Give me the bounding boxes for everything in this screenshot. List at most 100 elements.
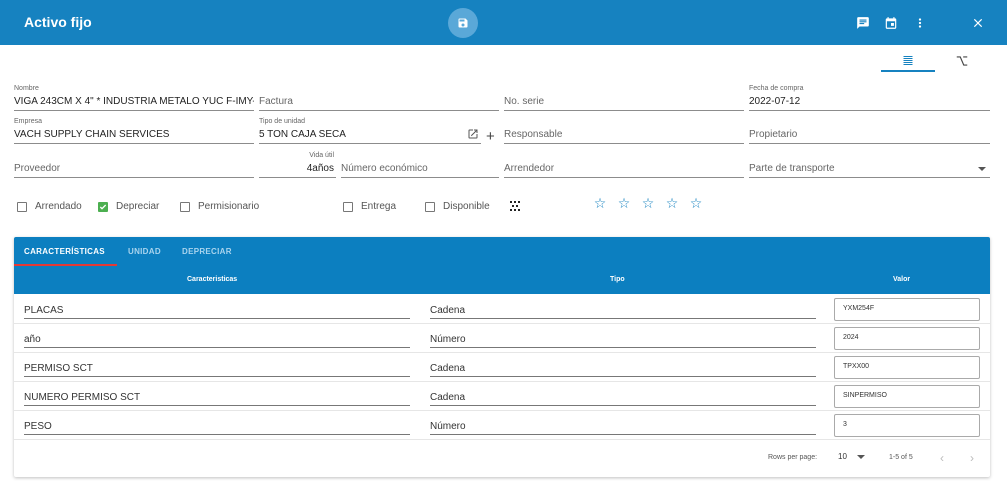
- calendar-icon: [885, 17, 897, 29]
- fecha-compra-value: 2022-07-12: [749, 96, 801, 107]
- checkbox-arrendado[interactable]: Arrendado: [17, 201, 82, 212]
- tipo-unidad-field[interactable]: Tipo de unidad 5 TON CAJA SECA: [259, 118, 481, 144]
- open-external-icon[interactable]: [467, 128, 479, 140]
- caracteristica-input[interactable]: PLACAS: [24, 299, 410, 319]
- valor-input[interactable]: 2024: [834, 327, 980, 350]
- table-row: PLACAS Cadena YXM254F: [14, 295, 990, 324]
- tipo-input[interactable]: Cadena: [430, 357, 816, 377]
- add-button[interactable]: +: [486, 128, 495, 145]
- checkbox-box[interactable]: [17, 201, 27, 212]
- save-button[interactable]: [448, 8, 478, 38]
- column-header-valor: Valor: [893, 276, 911, 283]
- caracteristica-input[interactable]: PERMISO SCT: [24, 357, 410, 377]
- numero-economico-field[interactable]: Número económico: [341, 152, 499, 178]
- plus-icon: +: [486, 128, 495, 145]
- valor-text: YXM254F: [843, 305, 875, 312]
- close-button[interactable]: [970, 15, 986, 31]
- caracteristica-text: PLACAS: [24, 305, 64, 316]
- checkbox-label: Depreciar: [116, 201, 160, 212]
- characteristics-card: CARACTERÍSTICAS UNIDAD DEPRECIAR Caracte…: [14, 237, 990, 477]
- rows-per-page-label: Rows per page:: [768, 454, 818, 461]
- checkbox-permisionario[interactable]: Permisionario: [180, 201, 259, 212]
- vida-util-label: Vida útil: [309, 152, 334, 159]
- dropdown-arrow-icon: [978, 167, 986, 171]
- responsable-field[interactable]: Responsable: [504, 118, 744, 144]
- proveedor-placeholder: Proveedor: [14, 163, 61, 174]
- empresa-field[interactable]: Empresa VACH SUPPLY CHAIN SERVICES: [14, 118, 254, 144]
- parte-transporte-placeholder: Parte de transporte: [749, 163, 835, 174]
- tab-depreciar[interactable]: DEPRECIAR: [182, 247, 232, 256]
- checkbox-box[interactable]: [343, 201, 353, 212]
- tipo-text: Cadena: [430, 392, 466, 403]
- caracteristica-input[interactable]: NUMERO PERMISO SCT: [24, 386, 410, 406]
- vida-util-field[interactable]: Vida útil 4años: [259, 152, 336, 178]
- star-icon[interactable]: ☆: [660, 196, 684, 210]
- checkbox-disponible[interactable]: Disponible: [425, 201, 490, 212]
- chevron-right-icon: ›: [970, 451, 974, 465]
- tipo-unidad-value: 5 TON CAJA SECA: [259, 129, 346, 140]
- caracteristica-input[interactable]: año: [24, 328, 410, 348]
- card-header: CARACTERÍSTICAS UNIDAD DEPRECIAR Caracte…: [14, 237, 990, 294]
- fecha-compra-label: Fecha de compra: [749, 85, 804, 92]
- tipo-input[interactable]: Número: [430, 328, 816, 348]
- rows-per-page-value: 10: [838, 452, 847, 461]
- tab-indicator: [14, 264, 117, 266]
- tipo-input[interactable]: Número: [430, 415, 816, 435]
- valor-input[interactable]: TPXX00: [834, 356, 980, 379]
- tipo-input[interactable]: Cadena: [430, 386, 816, 406]
- rows-per-page-select[interactable]: 10: [838, 452, 865, 461]
- star-icon[interactable]: ☆: [612, 196, 636, 210]
- checkbox-label: Disponible: [443, 201, 490, 212]
- tipo-text: Cadena: [430, 305, 466, 316]
- calendar-button[interactable]: [883, 15, 899, 31]
- empresa-value: VACH SUPPLY CHAIN SERVICES: [14, 129, 170, 140]
- checkbox-label: Entrega: [361, 201, 397, 212]
- column-header-caracteristicas: Caracteristicas: [187, 276, 238, 283]
- list-view-tab[interactable]: [881, 50, 935, 72]
- vida-util-value: 4años: [306, 163, 334, 174]
- checkbox-box[interactable]: [98, 201, 108, 212]
- more-menu-button[interactable]: [912, 15, 928, 31]
- comment-button[interactable]: [855, 15, 871, 31]
- proveedor-field[interactable]: Proveedor: [14, 152, 254, 178]
- no-serie-field[interactable]: No. serie: [504, 85, 744, 111]
- function-view-tab[interactable]: [935, 50, 989, 72]
- fecha-compra-field[interactable]: Fecha de compra 2022-07-12: [749, 85, 990, 111]
- tab-unidad[interactable]: UNIDAD: [128, 247, 161, 256]
- valor-input[interactable]: 3: [834, 414, 980, 437]
- table-row: NUMERO PERMISO SCT Cadena SINPERMISO: [14, 382, 990, 411]
- star-icon[interactable]: ☆: [636, 196, 660, 210]
- checkbox-box[interactable]: [425, 201, 435, 212]
- caracteristica-input[interactable]: PESO: [24, 415, 410, 435]
- qr-code-button[interactable]: [509, 199, 521, 217]
- valor-text: SINPERMISO: [843, 392, 887, 399]
- caracteristica-text: PESO: [24, 421, 52, 432]
- checkbox-entrega[interactable]: Entrega: [343, 201, 396, 212]
- rating[interactable]: ☆ ☆ ☆ ☆ ☆: [588, 196, 708, 210]
- star-icon[interactable]: ☆: [684, 196, 708, 210]
- caracteristica-text: año: [24, 334, 41, 345]
- app-bar: Activo fijo: [0, 0, 1007, 45]
- parte-transporte-select[interactable]: Parte de transporte: [749, 152, 990, 178]
- tab-caracteristicas[interactable]: CARACTERÍSTICAS: [24, 247, 105, 256]
- checkbox-depreciar[interactable]: Depreciar: [98, 201, 159, 212]
- table-row: año Número 2024: [14, 324, 990, 353]
- valor-text: 2024: [843, 334, 859, 341]
- prev-page-button[interactable]: ‹: [940, 451, 944, 465]
- star-icon[interactable]: ☆: [588, 196, 612, 210]
- valor-input[interactable]: SINPERMISO: [834, 385, 980, 408]
- arrendedor-placeholder: Arrendedor: [504, 163, 555, 174]
- close-icon: [973, 18, 983, 28]
- nombre-field[interactable]: Nombre VIGA 243CM X 4" * INDUSTRIA METAL…: [14, 85, 254, 111]
- caracteristica-text: PERMISO SCT: [24, 363, 93, 374]
- valor-input[interactable]: YXM254F: [834, 298, 980, 321]
- next-page-button[interactable]: ›: [970, 451, 974, 465]
- tipo-text: Número: [430, 421, 466, 432]
- propietario-placeholder: Propietario: [749, 129, 798, 140]
- tipo-input[interactable]: Cadena: [430, 299, 816, 319]
- responsable-placeholder: Responsable: [504, 129, 563, 140]
- factura-field[interactable]: Factura: [259, 85, 499, 111]
- propietario-field[interactable]: Propietario: [749, 118, 990, 144]
- checkbox-box[interactable]: [180, 201, 190, 212]
- arrendedor-field[interactable]: Arrendedor: [504, 152, 744, 178]
